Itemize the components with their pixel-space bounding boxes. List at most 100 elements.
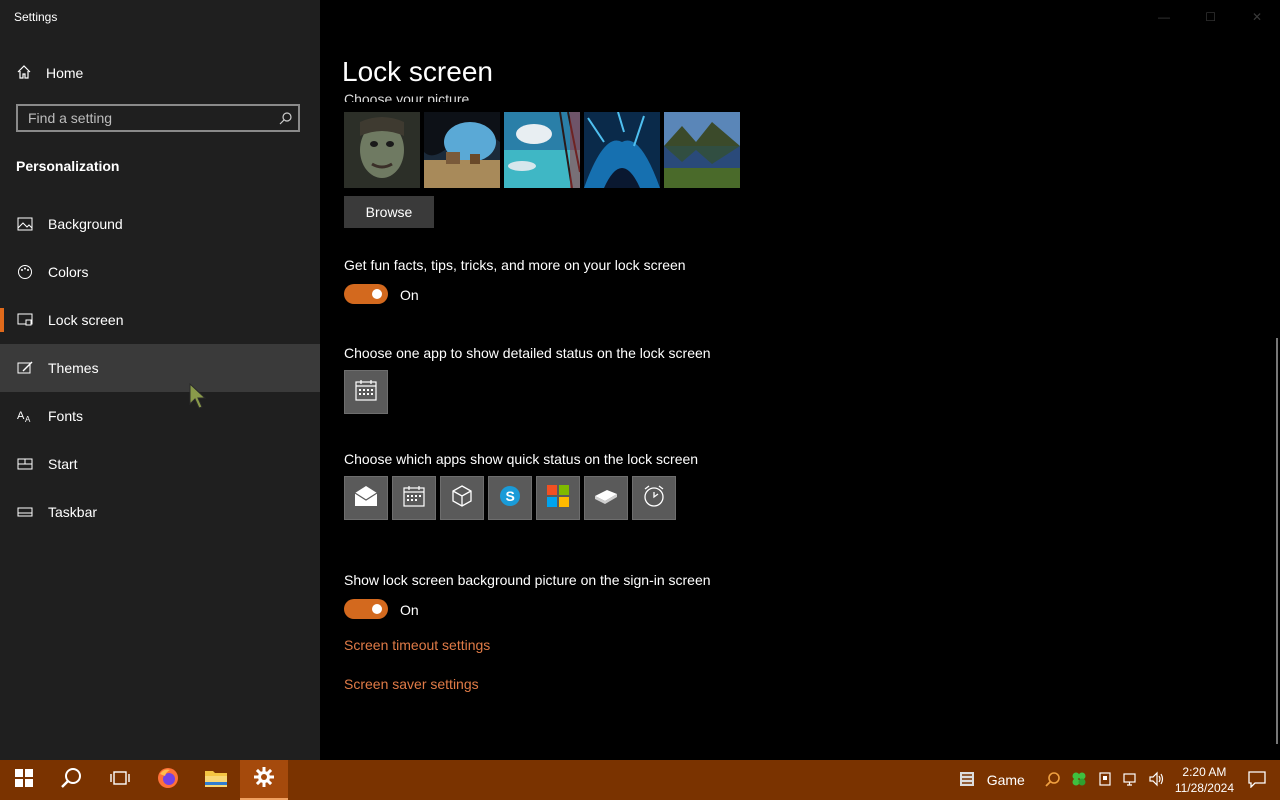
browse-button[interactable]: Browse	[344, 196, 434, 228]
picture-thumbnail-beach[interactable]	[424, 112, 500, 188]
signin-bg-label: Show lock screen background picture on t…	[344, 572, 711, 588]
task-view-icon	[110, 769, 130, 792]
sidebar-item-lock-screen[interactable]: Lock screen	[0, 296, 320, 344]
toggle-knob	[372, 289, 382, 299]
home-label: Home	[46, 65, 84, 81]
home-link[interactable]: Home	[16, 62, 83, 84]
search-tray-icon[interactable]	[1045, 771, 1061, 790]
signin-bg-toggle[interactable]	[344, 599, 388, 619]
volume-icon	[1149, 771, 1165, 790]
notifications-button[interactable]	[1248, 770, 1266, 791]
lock-screen-icon	[16, 311, 34, 329]
app-title: Settings	[14, 10, 58, 24]
volume-tray-icon[interactable]	[1149, 771, 1165, 790]
detailed-status-calendar-button[interactable]	[344, 370, 388, 414]
svg-text:S: S	[506, 488, 515, 504]
clover-tray-icon[interactable]	[1071, 771, 1087, 790]
device-tray-icon[interactable]	[1097, 771, 1113, 790]
sidebar-item-label: Colors	[48, 264, 89, 280]
task-view-button[interactable]	[96, 760, 144, 800]
picture-thumbnail-lake[interactable]	[664, 112, 740, 188]
notification-icon	[1248, 770, 1266, 791]
clover-icon	[1071, 771, 1087, 790]
sidebar-item-fonts[interactable]: AA Fonts	[0, 392, 320, 440]
quick-status-store-button[interactable]	[536, 476, 580, 520]
sidebar: Settings Home Personalization Background…	[0, 0, 320, 760]
close-button[interactable]: ✕	[1252, 10, 1262, 24]
mouse-cursor	[188, 382, 210, 417]
skype-icon: S	[498, 484, 522, 513]
microsoft-store-icon	[546, 484, 570, 513]
page-title: Lock screen	[342, 56, 493, 87]
detailed-status-label: Choose one app to show detailed status o…	[344, 345, 711, 361]
fun-facts-label: Get fun facts, tips, tricks, and more on…	[344, 257, 686, 273]
toggle-knob	[372, 604, 382, 614]
svg-text:A: A	[17, 410, 25, 422]
picture-thumbnail-ice-cave[interactable]	[584, 112, 660, 188]
console-icon	[593, 486, 619, 511]
calendar-icon	[402, 484, 426, 513]
start-button[interactable]	[0, 760, 48, 800]
start-icon	[16, 455, 34, 473]
quick-status-skype-button[interactable]: S	[488, 476, 532, 520]
screen-saver-link[interactable]: Screen saver settings	[344, 676, 479, 692]
brush-icon	[16, 359, 34, 377]
search-button[interactable]	[48, 760, 96, 800]
sidebar-item-start[interactable]: Start	[0, 440, 320, 488]
windows-icon	[15, 768, 33, 792]
search-input[interactable]	[18, 109, 274, 127]
search-box[interactable]	[16, 104, 300, 132]
section-title: Personalization	[16, 158, 120, 174]
main-panel: — ☐ ✕ Lock screen Choose your picture Br…	[320, 0, 1280, 760]
settings-taskbar-button[interactable]	[240, 760, 288, 800]
search-icon[interactable]	[274, 111, 298, 125]
maximize-button[interactable]: ☐	[1205, 10, 1216, 24]
home-icon	[16, 64, 32, 83]
mail-icon	[353, 485, 379, 512]
clock-time: 2:20 AM	[1182, 765, 1227, 779]
fun-facts-toggle[interactable]	[344, 284, 388, 304]
clock[interactable]: 2:20 AM 11/28/2024	[1175, 764, 1234, 796]
sidebar-item-label: Themes	[48, 360, 99, 376]
quick-status-3d-viewer-button[interactable]	[440, 476, 484, 520]
palette-icon	[16, 263, 34, 281]
search-icon	[1045, 771, 1061, 790]
cube-icon	[450, 484, 474, 513]
game-tray-item[interactable]: Game	[959, 771, 1025, 790]
system-tray: Game 2:20 AM 11/28/2024	[959, 760, 1280, 800]
sidebar-item-label: Start	[48, 456, 78, 472]
quick-status-calendar-button[interactable]	[392, 476, 436, 520]
minimize-button[interactable]: —	[1158, 10, 1170, 24]
gear-icon	[253, 766, 275, 793]
svg-text:A: A	[25, 415, 31, 423]
picture-thumbnail-face[interactable]	[344, 112, 420, 188]
firefox-icon	[156, 766, 180, 795]
quick-status-xbox-button[interactable]	[584, 476, 628, 520]
screen-timeout-link[interactable]: Screen timeout settings	[344, 637, 490, 653]
quick-status-apps: S	[344, 476, 676, 520]
quick-status-mail-button[interactable]	[344, 476, 388, 520]
folder-icon	[204, 768, 228, 793]
game-app-icon	[959, 771, 975, 790]
search-icon	[61, 767, 83, 794]
picture-gallery	[344, 112, 740, 188]
network-icon	[1123, 771, 1139, 790]
clock-date: 11/28/2024	[1174, 781, 1234, 795]
sidebar-item-background[interactable]: Background	[0, 200, 320, 248]
network-tray-icon[interactable]	[1123, 771, 1139, 790]
device-icon	[1097, 771, 1113, 790]
quick-status-alarms-button[interactable]	[632, 476, 676, 520]
firefox-taskbar-button[interactable]	[144, 760, 192, 800]
sidebar-item-label: Fonts	[48, 408, 84, 424]
taskbar: Game 2:20 AM 11/28/2024	[0, 760, 1280, 800]
fun-facts-state: On	[400, 287, 419, 303]
sidebar-item-themes[interactable]: Themes	[0, 344, 320, 392]
picture-icon	[16, 215, 34, 233]
fonts-icon: AA	[16, 407, 34, 425]
scrollbar[interactable]	[1276, 338, 1278, 744]
sidebar-item-taskbar[interactable]: Taskbar	[0, 488, 320, 536]
picture-thumbnail-sky[interactable]	[504, 112, 580, 188]
file-explorer-taskbar-button[interactable]	[192, 760, 240, 800]
calendar-icon	[354, 378, 378, 407]
sidebar-item-colors[interactable]: Colors	[0, 248, 320, 296]
